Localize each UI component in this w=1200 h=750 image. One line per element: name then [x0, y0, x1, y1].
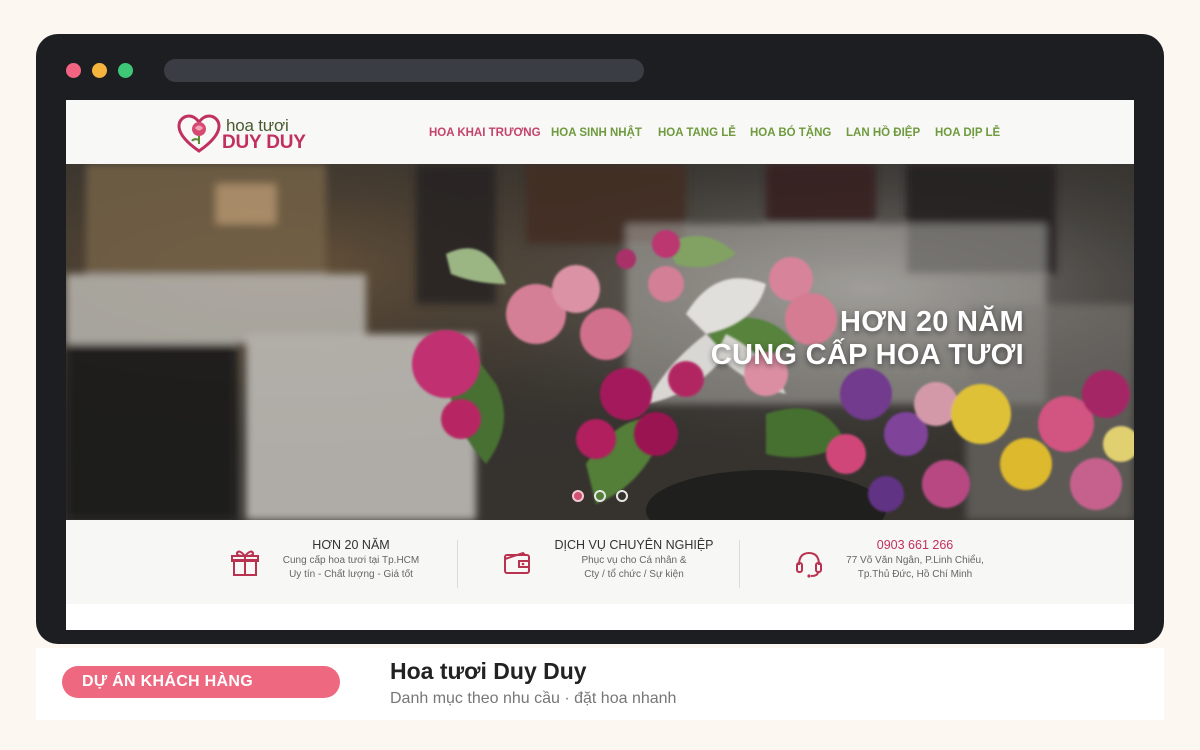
project-caption: DỰ ÁN KHÁCH HÀNG Hoa tươi Duy Duy Danh m…: [36, 648, 1164, 720]
site-header: hoa tươi DUY DUY HOA KHAI TRƯƠNG HOA SIN…: [66, 100, 1134, 164]
features-strip: HƠN 20 NĂM Cung cấp hoa tươi tại Tp.HCM …: [66, 520, 1134, 604]
maximize-window-button[interactable]: [118, 63, 133, 78]
page-viewport: hoa tươi DUY DUY HOA KHAI TRƯƠNG HOA SIN…: [66, 100, 1134, 630]
main-nav: HOA KHAI TRƯƠNG HOA SINH NHẬT HOA TANG L…: [66, 127, 1134, 141]
nav-item-hoa-khai-truong[interactable]: HOA KHAI TRƯƠNG: [429, 127, 541, 139]
address-bar[interactable]: [164, 59, 644, 82]
slider-dot-2[interactable]: [594, 490, 606, 502]
slider-dot-1[interactable]: [572, 490, 584, 502]
feature-address-line2: Tp.Thủ Đức, Hồ Chí Minh: [857, 569, 973, 580]
headset-icon: [796, 551, 822, 578]
nav-item-hoa-tang-le[interactable]: HOA TANG LỄ: [658, 127, 736, 139]
project-subtitle: Danh mục theo nhu cầu · đặt hoa nhanh: [390, 690, 677, 707]
nav-item-hoa-sinh-nhat[interactable]: HOA SINH NHẬT: [551, 127, 642, 139]
feature-divider: [457, 540, 458, 588]
browser-window: hoa tươi DUY DUY HOA KHAI TRƯƠNG HOA SIN…: [36, 34, 1164, 644]
feature-title-service: DỊCH VỤ CHUYÊN NGHIỆP: [554, 538, 714, 552]
feature-divider: [739, 540, 740, 588]
feature-contact[interactable]: 0903 661 266 77 Võ Văn Ngân, P.Linh Chiể…: [794, 538, 1024, 590]
nav-item-hoa-dip-le[interactable]: HOA DỊP LỄ: [935, 127, 1000, 139]
hero-headline: HƠN 20 NĂM CUNG CẤP HOA TƯƠI: [711, 306, 1024, 372]
feature-line1-experience: Cung cấp hoa tươi tại Tp.HCM: [282, 555, 420, 566]
slider-dot-3[interactable]: [616, 490, 628, 502]
nav-item-hoa-bo-tang[interactable]: HOA BÓ TẶNG: [750, 127, 831, 139]
feature-experience: HƠN 20 NĂM Cung cấp hoa tươi tại Tp.HCM …: [230, 538, 430, 590]
feature-title-experience: HƠN 20 NĂM: [312, 538, 390, 552]
project-tag: DỰ ÁN KHÁCH HÀNG: [62, 666, 340, 698]
close-window-button[interactable]: [66, 63, 81, 78]
feature-line2-service: Cty / tổ chức / Sự kiện: [584, 569, 684, 580]
feature-phone-number[interactable]: 0903 661 266: [830, 538, 1000, 552]
hero-headline-line1: HƠN 20 NĂM: [839, 306, 1024, 338]
feature-line2-experience: Uy tín - Chất lượng - Giá tốt: [289, 569, 413, 580]
hero-slider[interactable]: HƠN 20 NĂM CUNG CẤP HOA TƯƠI: [66, 164, 1134, 520]
minimize-window-button[interactable]: [92, 63, 107, 78]
gift-icon: [231, 550, 259, 576]
hero-headline-line2: CUNG CẤP HOA TƯƠI: [710, 339, 1024, 371]
nav-item-lan-ho-diep[interactable]: LAN HỒ ĐIỆP: [846, 127, 920, 139]
slider-pagination: [572, 490, 632, 502]
feature-address-line1: 77 Võ Văn Ngân, P.Linh Chiểu,: [846, 555, 984, 566]
wallet-icon: [504, 551, 530, 574]
feature-line1-service: Phục vụ cho Cá nhân &: [581, 555, 687, 566]
feature-service: DỊCH VỤ CHUYÊN NGHIỆP Phục vụ cho Cá nhâ…: [502, 538, 742, 590]
project-title: Hoa tươi Duy Duy: [390, 658, 587, 684]
